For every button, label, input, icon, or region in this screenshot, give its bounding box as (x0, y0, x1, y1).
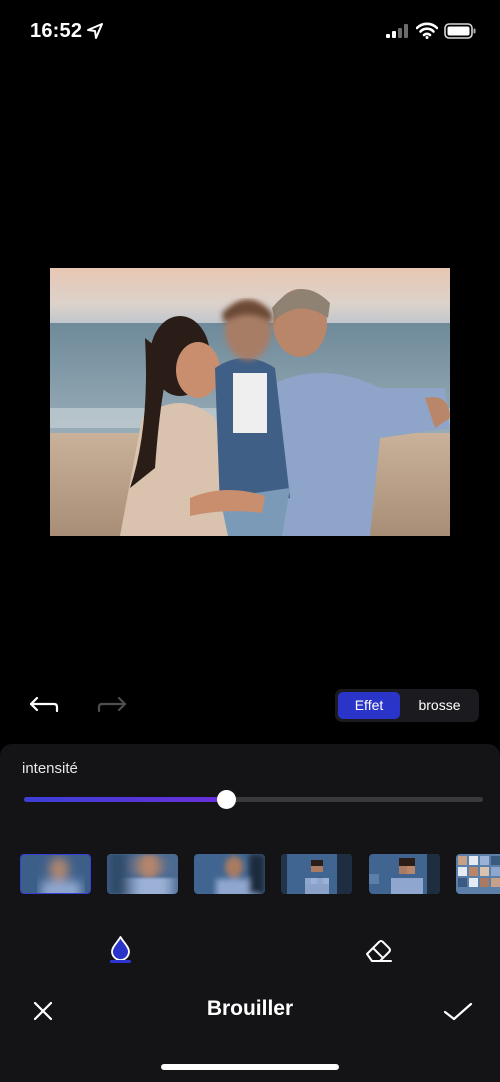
photo-canvas (50, 268, 450, 536)
check-icon[interactable] (443, 1000, 473, 1022)
brush-mode-bar (0, 930, 500, 970)
effect-thumb-motion-blur[interactable] (107, 854, 178, 894)
status-time: 16:52 (30, 20, 83, 42)
edit-toolbar: Effet brosse (0, 686, 500, 726)
effect-thumb-zoom-blur[interactable] (194, 854, 265, 894)
bottom-action-bar: Brouiller (0, 992, 500, 1032)
intensity-slider-fill (24, 797, 226, 802)
wifi-icon (416, 22, 438, 39)
screen-title: Brouiller (206, 997, 294, 1020)
edited-photo[interactable] (50, 268, 450, 536)
effect-thumb-blur[interactable] (20, 854, 91, 894)
active-mode-indicator (110, 960, 131, 963)
intensity-label: intensité (22, 760, 78, 777)
segment-brosse[interactable]: brosse (403, 692, 476, 719)
effect-thumb-pixelate[interactable] (281, 854, 352, 894)
intensity-slider[interactable] (24, 790, 483, 809)
drop-icon[interactable] (108, 936, 133, 960)
effect-thumb-pixelate-large[interactable] (369, 854, 440, 894)
status-bar: 16:52 (0, 0, 500, 64)
segment-effet[interactable]: Effet (338, 692, 400, 719)
cellular-signal-icon (386, 24, 408, 38)
battery-icon (444, 23, 476, 39)
intensity-slider-knob[interactable] (216, 790, 236, 809)
eraser-icon[interactable] (364, 937, 394, 963)
redo-icon[interactable] (96, 692, 128, 720)
location-arrow-icon (87, 23, 103, 39)
effect-thumb-mosaic[interactable] (456, 854, 500, 894)
mode-segmented-control: Effet brosse (335, 689, 479, 722)
effect-thumbnails (20, 854, 500, 896)
home-indicator[interactable] (161, 1064, 339, 1070)
undo-icon[interactable] (28, 692, 60, 720)
blur-panel: intensité Brouiller (0, 744, 500, 1082)
